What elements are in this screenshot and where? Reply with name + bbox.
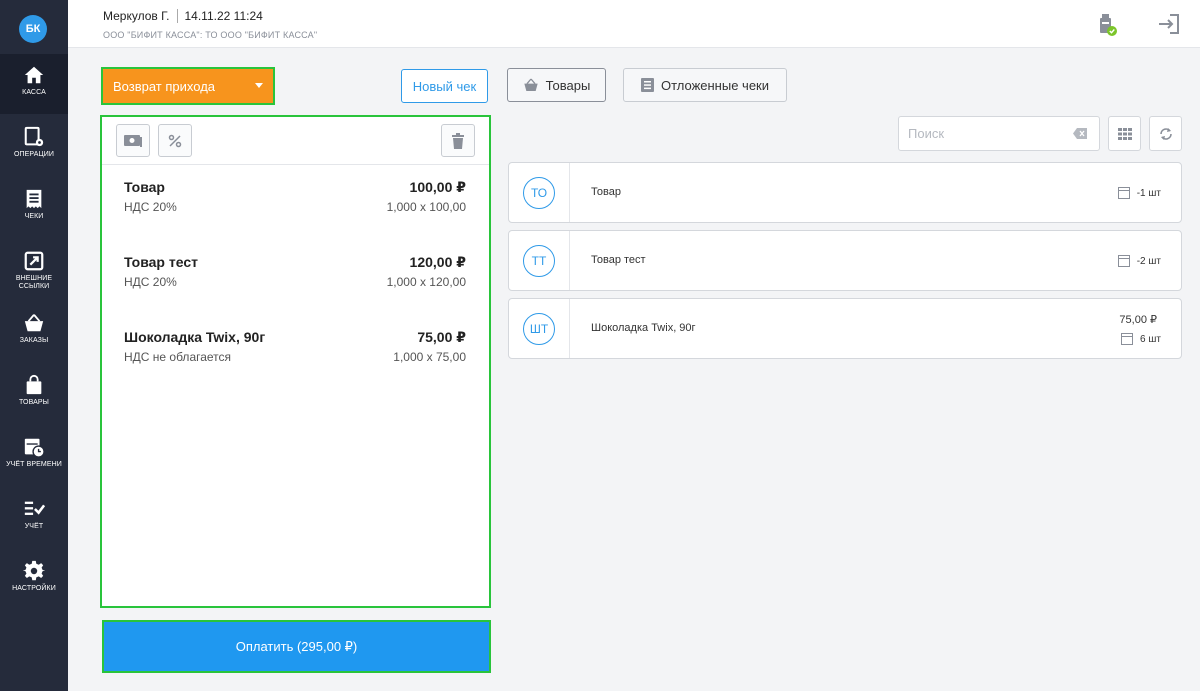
sidebar-item-kassa[interactable]: КАССА [0, 54, 68, 114]
product-stock: -1 шт [1117, 187, 1161, 199]
product-card[interactable]: ТТ Товар тест -2 шт [508, 230, 1182, 291]
divider [176, 9, 178, 23]
receipt-item-tax: НДС не облагается [124, 350, 232, 364]
user-name: Меркулов Г. [103, 9, 170, 23]
receipt-item-price: 100,00 ₽ [409, 179, 466, 195]
sidebar-item-operations[interactable]: ОПЕРАЦИИ [0, 116, 68, 176]
receipt-item-price: 120,00 ₽ [409, 254, 466, 270]
deferred-receipts-label: Отложенные чеки [660, 77, 770, 93]
goods-button-label: Товары [545, 77, 591, 93]
product-avatar: ТТ [523, 245, 555, 277]
sidebar-item-label: ВНЕШНИЕ ССЫЛКИ [15, 275, 53, 290]
calendar-clock-icon [24, 438, 45, 458]
organization-name: ООО "БИФИТ КАССА": ТО ООО "БИФИТ КАССА" [103, 30, 318, 40]
sidebar-item-label: ЗАКАЗЫ [19, 337, 49, 344]
home-icon [24, 66, 44, 84]
goods-button[interactable]: Товары [507, 68, 606, 102]
operation-mode-select[interactable]: Возврат прихода [101, 67, 275, 105]
trash-icon [452, 132, 464, 149]
product-stock: 6 шт [1121, 333, 1161, 345]
grid-icon [1117, 127, 1132, 140]
receipt-item[interactable]: Товар тест 120,00 ₽ НДС 20% 1,000 x 120,… [124, 254, 466, 298]
external-links-icon [24, 251, 44, 271]
receipt-toolbar [102, 117, 489, 165]
cash-icon [124, 134, 142, 147]
cash-button[interactable] [116, 124, 150, 157]
refresh-icon [1159, 127, 1172, 140]
basket-icon [523, 78, 538, 91]
sidebar-item-accounting[interactable]: УЧЁТ [0, 488, 68, 548]
product-stock-value: 6 шт [1140, 333, 1161, 345]
sidebar-item-label: ОПЕРАЦИИ [13, 151, 55, 158]
divider [569, 163, 570, 222]
chevron-down-icon [255, 83, 263, 88]
sidebar-item-label: ТОВАРЫ [19, 399, 49, 406]
sidebar-item-goods[interactable]: ТОВАРЫ [0, 364, 68, 424]
delete-receipt-button[interactable] [441, 124, 475, 157]
product-card[interactable]: ТО Товар -1 шт [508, 162, 1182, 223]
bag-icon [26, 374, 42, 395]
receipt-item-name: Шоколадка Twix, 90г [124, 329, 266, 345]
search-input[interactable] [898, 116, 1100, 151]
product-avatar: ШТ [523, 313, 555, 345]
session-datetime: 14.11.22 11:24 [184, 9, 263, 23]
receipt-item-tax: НДС 20% [124, 200, 177, 214]
sidebar-item-label: ЧЕКИ [24, 213, 44, 220]
product-stock: -2 шт [1117, 255, 1161, 267]
sidebar-item-receipts[interactable]: ЧЕКИ [0, 178, 68, 238]
receipt-item-tax: НДС 20% [124, 275, 177, 289]
receipt-item[interactable]: Товар 100,00 ₽ НДС 20% 1,000 x 100,00 [124, 179, 466, 223]
percent-icon [168, 134, 182, 147]
box-icon [1117, 255, 1130, 267]
product-name: Товар [591, 186, 621, 198]
sidebar: БК КАССА ОПЕРАЦИИ ЧЕКИ ВНЕШНИЕ ССЫЛКИ ЗА… [0, 0, 68, 691]
top-header: Меркулов Г. 14.11.22 11:24 ООО "БИФИТ КА… [68, 0, 1200, 48]
product-name: Шоколадка Twix, 90г [591, 322, 696, 334]
sidebar-item-time-tracking[interactable]: УЧЁТ ВРЕМЕНИ [0, 426, 68, 486]
clear-search-icon[interactable] [1073, 128, 1087, 139]
basket-icon [24, 314, 44, 332]
receipt-item-quantity: 1,000 x 75,00 [393, 350, 466, 364]
list-icon [640, 78, 654, 92]
sidebar-item-orders[interactable]: ЗАКАЗЫ [0, 302, 68, 362]
logout-icon[interactable] [1156, 11, 1182, 37]
receipt-panel: Товар 100,00 ₽ НДС 20% 1,000 x 100,00 То… [100, 115, 491, 608]
sidebar-item-label: УЧЁТ [24, 523, 44, 530]
receipt-item[interactable]: Шоколадка Twix, 90г 75,00 ₽ НДС не облаг… [124, 329, 466, 373]
product-avatar: ТО [523, 177, 555, 209]
user-info: Меркулов Г. 14.11.22 11:24 [103, 9, 263, 23]
product-stock-value: -2 шт [1136, 255, 1161, 267]
divider [569, 299, 570, 358]
operation-mode-value: Возврат прихода [113, 78, 216, 94]
sidebar-item-label: НАСТРОЙКИ [12, 585, 56, 592]
grid-view-button[interactable] [1108, 116, 1141, 151]
box-icon [1117, 187, 1130, 199]
product-price: 75,00 ₽ [1119, 314, 1157, 326]
sidebar-item-label: УЧЁТ ВРЕМЕНИ [6, 461, 62, 468]
receipt-item-price: 75,00 ₽ [417, 329, 466, 345]
receipts-icon [26, 189, 42, 209]
new-receipt-button[interactable]: Новый чек [401, 69, 488, 103]
discount-button[interactable] [158, 124, 192, 157]
gear-icon [23, 560, 45, 581]
pay-button[interactable]: Оплатить (295,00 ₽) [102, 620, 491, 673]
sidebar-item-external-links[interactable]: ВНЕШНИЕ ССЫЛКИ [0, 240, 68, 300]
receipt-item-name: Товар тест [124, 254, 198, 270]
box-icon [1121, 333, 1134, 345]
deferred-receipts-button[interactable]: Отложенные чеки [623, 68, 787, 102]
product-name: Товар тест [591, 254, 646, 266]
receipt-item-name: Товар [124, 179, 165, 195]
divider [569, 231, 570, 290]
checklist-icon [24, 501, 45, 515]
operations-icon [24, 126, 44, 147]
receipt-item-quantity: 1,000 x 100,00 [386, 200, 466, 214]
fiscal-device-status-icon[interactable] [1093, 11, 1119, 37]
sidebar-item-label: КАССА [22, 89, 46, 96]
company-logo[interactable]: БК [19, 15, 47, 43]
product-card[interactable]: ШТ Шоколадка Twix, 90г 75,00 ₽ 6 шт [508, 298, 1182, 359]
receipt-item-quantity: 1,000 x 120,00 [386, 275, 466, 289]
product-stock-value: -1 шт [1136, 187, 1161, 199]
refresh-button[interactable] [1149, 116, 1182, 151]
sidebar-item-settings[interactable]: НАСТРОЙКИ [0, 550, 68, 610]
